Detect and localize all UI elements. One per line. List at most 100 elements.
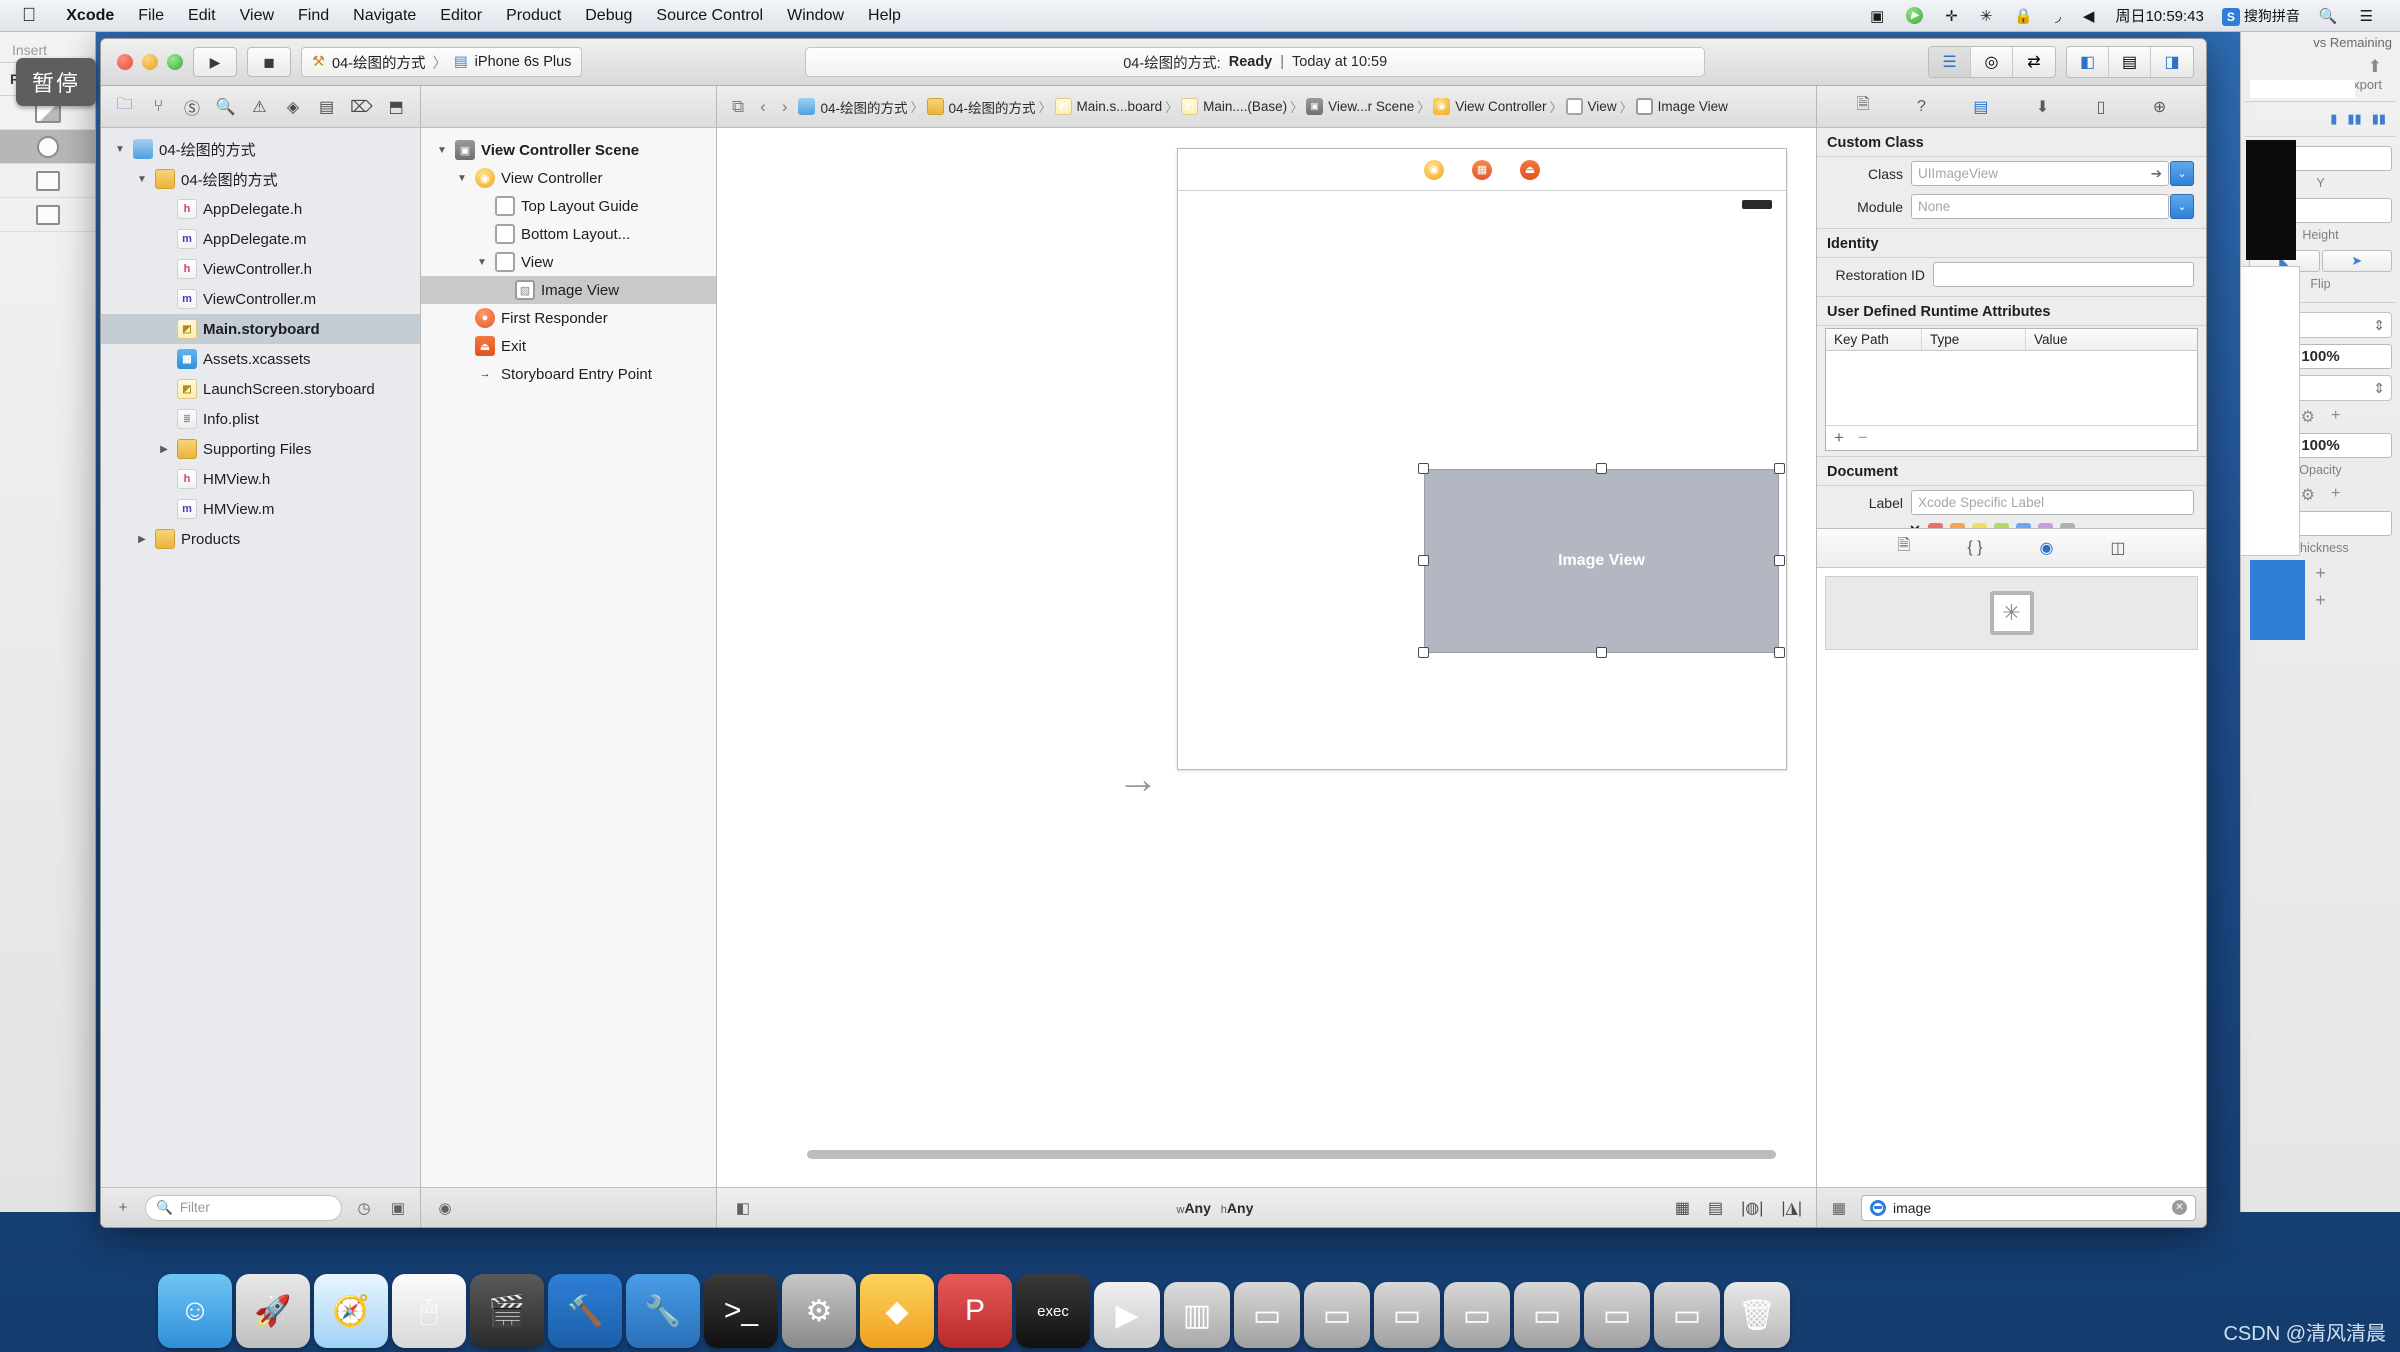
run-button[interactable]: ▶ [193, 47, 237, 77]
file-template-library-icon[interactable]: 🗎 [1897, 534, 1910, 561]
file-tree-row[interactable]: ◩ Main.storyboard [101, 314, 420, 344]
minimize-window-button[interactable] [142, 54, 158, 70]
outline-row[interactable]: ▼ ▣ View Controller Scene [421, 136, 716, 164]
hide-navigator-icon[interactable]: ◧ [2067, 47, 2109, 77]
screen-recording-icon[interactable]: ▣ [1859, 7, 1895, 25]
resolve-issues-icon[interactable]: |◍| [1741, 1198, 1763, 1218]
class-input[interactable]: UIImageView ➔ [1911, 161, 2169, 186]
assistant-editor-icon[interactable]: ◎ [1971, 47, 2013, 77]
dock-item-mouse-app[interactable]: 🖱 [392, 1274, 466, 1348]
breadcrumb-item[interactable]: ◩ Main.s...board [1054, 98, 1162, 115]
file-tree-row[interactable]: ▼ 04-绘图的方式 [101, 134, 420, 164]
file-inspector-icon[interactable]: 🗎 [1857, 93, 1870, 120]
menu-item-window[interactable]: Window [775, 7, 856, 25]
bluetooth-icon[interactable]: ✳ [1969, 7, 2004, 25]
outline-row[interactable]: ▼ View [421, 248, 716, 276]
dock-item-space-7[interactable]: ▭ [1654, 1282, 1720, 1348]
file-tree-row[interactable]: h HMView.h [101, 464, 420, 494]
dock-item-launchpad[interactable]: 🚀 [236, 1274, 310, 1348]
background-thumb-circle[interactable] [0, 130, 95, 164]
outline-row[interactable]: ⏏ Exit [421, 332, 716, 360]
dock-item-executable[interactable]: exec [1016, 1274, 1090, 1348]
file-tree-row[interactable]: m ViewController.m [101, 284, 420, 314]
align-center-icon[interactable]: ▮▮ [2347, 111, 2361, 127]
report-icon[interactable]: ⬒ [386, 96, 406, 118]
menu-item-view[interactable]: View [228, 7, 286, 25]
input-method-indicator[interactable]: S 搜狗拼音 [2214, 6, 2308, 26]
resize-handle-bottom-center[interactable] [1596, 647, 1607, 658]
document-label-input[interactable]: Xcode Specific Label [1911, 490, 2194, 515]
file-tree-row[interactable]: ≣ Info.plist [101, 404, 420, 434]
lock-icon[interactable]: 🔒 [2003, 7, 2044, 25]
background-gear-icon-2[interactable]: ⚙ [2301, 485, 2315, 505]
add-file-button[interactable]: + [111, 1196, 135, 1220]
chevron-right-icon[interactable]: › [777, 97, 793, 117]
breadcrumb-item[interactable]: 04-绘图的方式 [798, 97, 908, 117]
runtime-attributes-rows[interactable] [1826, 351, 2197, 425]
wifi-icon[interactable]: ◞ [2044, 7, 2072, 25]
dock-item-space-3[interactable]: ▭ [1374, 1282, 1440, 1348]
file-tree-row[interactable]: ▦ Assets.xcassets [101, 344, 420, 374]
add-attribute-button[interactable]: + [1834, 428, 1844, 448]
stop-button[interactable]: ◼ [247, 47, 291, 77]
background-plus-icon-1[interactable]: + [2331, 407, 2340, 427]
class-dropdown-button[interactable]: ⌄ [2170, 161, 2194, 186]
menu-item-editor[interactable]: Editor [428, 7, 494, 25]
play-circle-icon[interactable]: ▶ [1895, 7, 1934, 24]
breadcrumb-item[interactable]: View [1565, 98, 1617, 115]
resize-handle-bottom-left[interactable] [1418, 647, 1429, 658]
module-input[interactable]: None [1911, 194, 2169, 219]
object-library-icon[interactable]: ◉ [2039, 538, 2053, 558]
resize-handle-middle-right[interactable] [1774, 555, 1785, 566]
dock-item-trash[interactable]: 🗑 [1724, 1282, 1790, 1348]
file-tree-row[interactable]: ◩ LaunchScreen.storyboard [101, 374, 420, 404]
dock-item-system-preferences[interactable]: ⚙ [782, 1274, 856, 1348]
disclosure-triangle-icon[interactable]: ▼ [475, 257, 489, 268]
clear-icon[interactable]: ✕ [2172, 1200, 2187, 1215]
menu-item-debug[interactable]: Debug [573, 7, 644, 25]
file-tree-row[interactable]: m AppDelegate.m [101, 224, 420, 254]
first-responder-icon[interactable]: ▦ [1472, 159, 1492, 180]
menu-item-find[interactable]: Find [286, 7, 341, 25]
breadcrumb-item[interactable]: ◩ Main....(Base) [1181, 98, 1287, 115]
resize-handle-top-right[interactable] [1774, 463, 1785, 474]
resize-handle-top-left[interactable] [1418, 463, 1429, 474]
dock-item-space-6[interactable]: ▭ [1584, 1282, 1650, 1348]
disclosure-expanded-icon[interactable]: ▼ [113, 144, 127, 155]
navigator-filter-input[interactable]: 🔍 Filter [145, 1194, 342, 1221]
align-left-icon[interactable]: ▮ [2330, 111, 2337, 127]
media-library-icon[interactable]: ◫ [2110, 538, 2125, 558]
update-frames-icon[interactable]: |◮| [1781, 1198, 1802, 1218]
list-item[interactable]: ✳ [1825, 575, 2198, 650]
dock-item-sketch[interactable]: ◆ [860, 1274, 934, 1348]
list-view-icon[interactable]: ▦ [1827, 1196, 1851, 1220]
file-tree-row[interactable]: m HMView.m [101, 494, 420, 524]
library-search-input[interactable]: image ✕ [1861, 1194, 2196, 1221]
hide-debug-area-icon[interactable]: ▤ [2109, 47, 2151, 77]
dock-item-terminal[interactable]: >_ [704, 1274, 778, 1348]
attributes-inspector-icon[interactable]: ⬇ [2036, 97, 2049, 117]
breadcrumb-item[interactable]: ◉ View Controller [1433, 98, 1547, 115]
breadcrumb-item[interactable]: 04-绘图的方式 [926, 97, 1036, 117]
disclosure-collapsed-icon[interactable]: ▶ [157, 444, 171, 455]
dock-item-space-5[interactable]: ▭ [1514, 1282, 1580, 1348]
hide-outline-icon[interactable]: ◉ [433, 1196, 457, 1220]
file-tree-row[interactable]: ▶ Products [101, 524, 420, 554]
menu-item-edit[interactable]: Edit [176, 7, 228, 25]
group-filter-icon[interactable]: ▣ [386, 1196, 410, 1220]
chevron-left-icon[interactable]: ‹ [755, 97, 771, 117]
jump-to-definition-icon[interactable]: ➔ [2151, 166, 2162, 182]
recent-files-icon[interactable]: ◷ [352, 1196, 376, 1220]
zoom-window-button[interactable] [167, 54, 183, 70]
dock-item-finder[interactable]: ☺ [158, 1274, 232, 1348]
file-tree-row[interactable]: h AppDelegate.h [101, 194, 420, 224]
dock-item-media-player[interactable]: ▶ [1094, 1282, 1160, 1348]
view-controller-scene-canvas[interactable]: ◉ ▦ ⏏ Image View [1177, 148, 1787, 770]
identity-inspector-icon[interactable]: ▤ [1973, 97, 1988, 117]
code-snippet-library-icon[interactable]: { } [1967, 539, 1982, 557]
menu-item-navigate[interactable]: Navigate [341, 7, 428, 25]
connections-inspector-icon[interactable]: ⊕ [2153, 97, 2166, 117]
file-tree-row[interactable]: ▶ Supporting Files [101, 434, 420, 464]
dock-item-safari[interactable]: 🧭 [314, 1274, 388, 1348]
dock-item-xcode-beta[interactable]: 🔧 [626, 1274, 700, 1348]
